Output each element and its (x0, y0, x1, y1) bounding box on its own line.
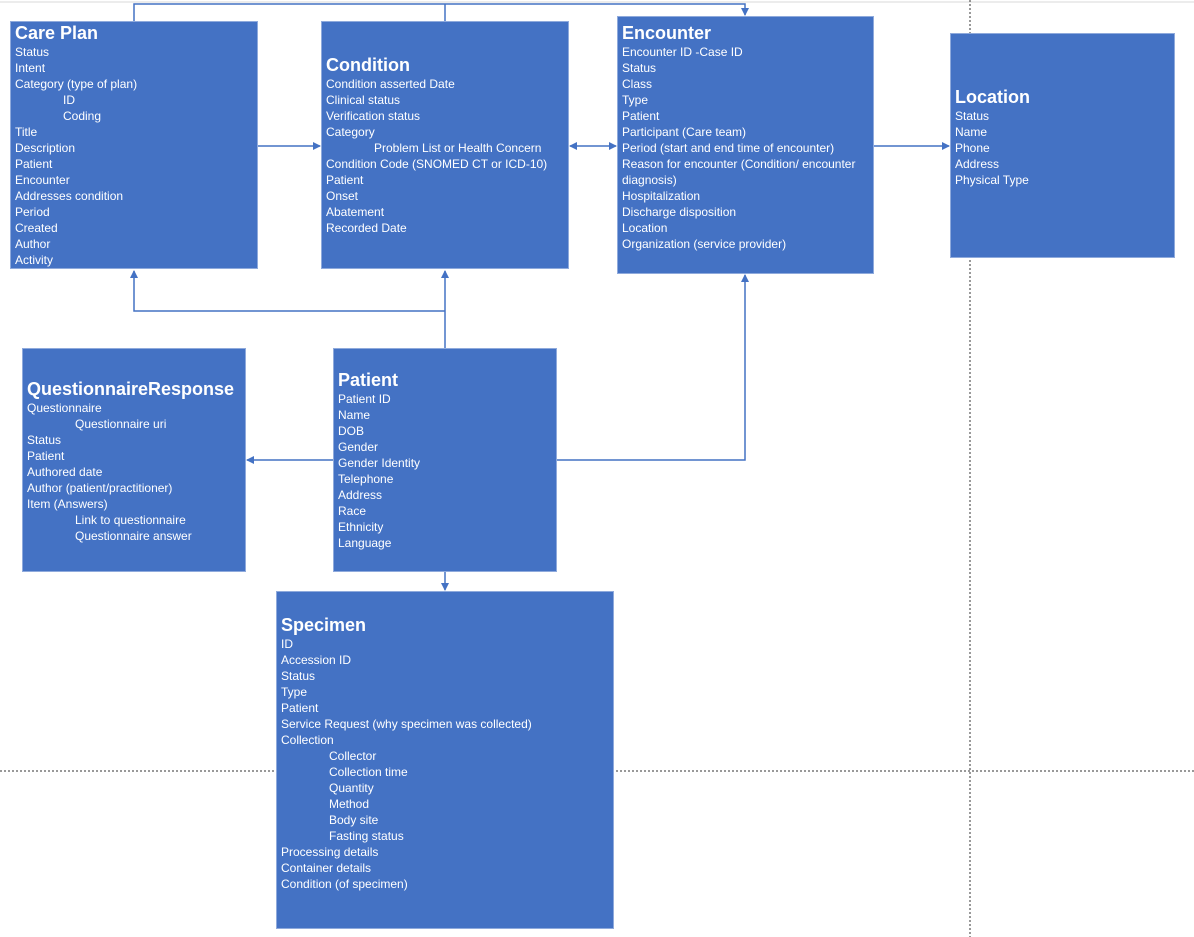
field-item: Patient ID (338, 392, 391, 406)
field-item: Period (15, 205, 50, 219)
field-item: Processing details (281, 845, 379, 859)
field-item: Encounter ID -Case ID (622, 45, 743, 59)
field-item: ID (63, 93, 75, 107)
field-item: Author (15, 237, 51, 251)
field-item: Verification status (326, 109, 421, 123)
field-item: Location (622, 221, 668, 235)
field-item: Category (326, 125, 375, 139)
field-item: Coding (63, 109, 102, 123)
care-plan-box[interactable]: Care Plan Status Intent Category (type of p… (10, 21, 258, 269)
field-item: Created (15, 221, 58, 235)
encounter-title: Encounter (622, 23, 712, 43)
field-item: Patient (622, 109, 660, 123)
field-item: Description (15, 141, 76, 155)
field-item: Address (955, 157, 1000, 171)
field-item: Patient (326, 173, 364, 187)
condition-title: Condition (326, 55, 410, 75)
condition-box[interactable]: Condition Condition asserted Date Clinical… (321, 21, 569, 269)
field-item: Language (338, 536, 392, 550)
location-title: Location (955, 87, 1030, 107)
field-item: Collection (281, 733, 334, 747)
field-item: Recorded Date (326, 221, 407, 235)
field-item: Status (955, 109, 990, 123)
questionnaire-response-box[interactable]: QuestionnaireResponse Questionnaire Questi… (22, 348, 246, 572)
encounter-box[interactable]: Encounter Encounter ID -Case ID Status Clas… (617, 16, 874, 274)
field-item: Gender (338, 440, 379, 454)
field-item: Type (622, 93, 649, 107)
field-item: Accession ID (281, 653, 352, 667)
field-item: Ethnicity (338, 520, 384, 534)
field-item: Addresses condition (15, 189, 124, 203)
field-item: Status (281, 669, 316, 683)
patient-box[interactable]: Patient Patient ID Name DOB Gender Gender Ide… (333, 348, 557, 572)
field-item: Period (start and end time of encounter) (622, 141, 835, 155)
field-item: Condition asserted Date (326, 77, 455, 91)
field-item: Link to questionnaire (75, 513, 186, 527)
field-item: Status (622, 61, 657, 75)
field-item: Address (338, 488, 383, 502)
field-item: diagnosis) (622, 173, 677, 187)
patient-title: Patient (338, 370, 399, 390)
field-item: Condition (of specimen) (281, 877, 408, 891)
field-item: Clinical status (326, 93, 401, 107)
questionnaire-response-title: QuestionnaireResponse (27, 379, 235, 399)
field-item: ID (281, 637, 293, 651)
field-item: Category (type of plan) (15, 77, 138, 91)
location-box[interactable]: Location Status Name Phone Address Physical T… (950, 33, 1175, 258)
field-item: Container details (281, 861, 372, 875)
field-item: Hospitalization (622, 189, 701, 203)
field-item: Onset (326, 189, 359, 203)
field-item: Organization (service provider) (622, 237, 787, 251)
field-item: Reason for encounter (Condition/ encount… (622, 157, 856, 171)
field-item: Discharge disposition (622, 205, 737, 219)
field-item: Abatement (326, 205, 385, 219)
field-item: Encounter (15, 173, 70, 187)
field-item: Patient (15, 157, 53, 171)
field-item: Gender Identity (338, 456, 421, 470)
field-item: Service Request (why specimen was collec… (281, 717, 532, 731)
field-item: DOB (338, 424, 365, 438)
field-item: Patient (27, 449, 65, 463)
field-item: Questionnaire uri (75, 417, 167, 431)
field-item: Collection time (329, 765, 408, 779)
specimen-title: Specimen (281, 615, 367, 635)
field-item: Title (15, 125, 38, 139)
field-item: Participant (Care team) (622, 125, 747, 139)
field-item: Problem List or Health Concern (374, 141, 542, 155)
field-item: Phone (955, 141, 990, 155)
field-item: Authored date (27, 465, 103, 479)
field-item: Physical Type (955, 173, 1029, 187)
field-item: Activity (15, 253, 54, 267)
field-item: Method (329, 797, 370, 811)
field-item: Quantity (329, 781, 374, 795)
field-item: Telephone (338, 472, 394, 486)
field-item: Name (338, 408, 371, 422)
field-item: Intent (15, 61, 46, 75)
field-item: Collector (329, 749, 377, 763)
field-item: Fasting status (329, 829, 404, 843)
field-item: Author (patient/practitioner) (27, 481, 173, 495)
specimen-box[interactable]: Specimen ID Accession ID Status Type Patient S… (276, 591, 614, 929)
field-item: Patient (281, 701, 319, 715)
field-item: Type (281, 685, 308, 699)
patient-to-encounter-connector (557, 274, 749, 461)
field-item: Status (27, 433, 62, 447)
field-item: Questionnaire answer (75, 529, 192, 543)
patient-to-careplan-connector (130, 270, 445, 312)
field-item: Name (955, 125, 988, 139)
care-plan-title: Care Plan (15, 23, 99, 43)
field-item: Questionnaire (27, 401, 102, 415)
field-item: Status (15, 45, 50, 59)
field-item: Body site (329, 813, 379, 827)
field-item: Item (Answers) (27, 497, 108, 511)
field-item: Condition Code (SNOMED CT or ICD-10) (326, 157, 548, 171)
field-item: Class (622, 77, 653, 91)
field-item: Race (338, 504, 367, 518)
